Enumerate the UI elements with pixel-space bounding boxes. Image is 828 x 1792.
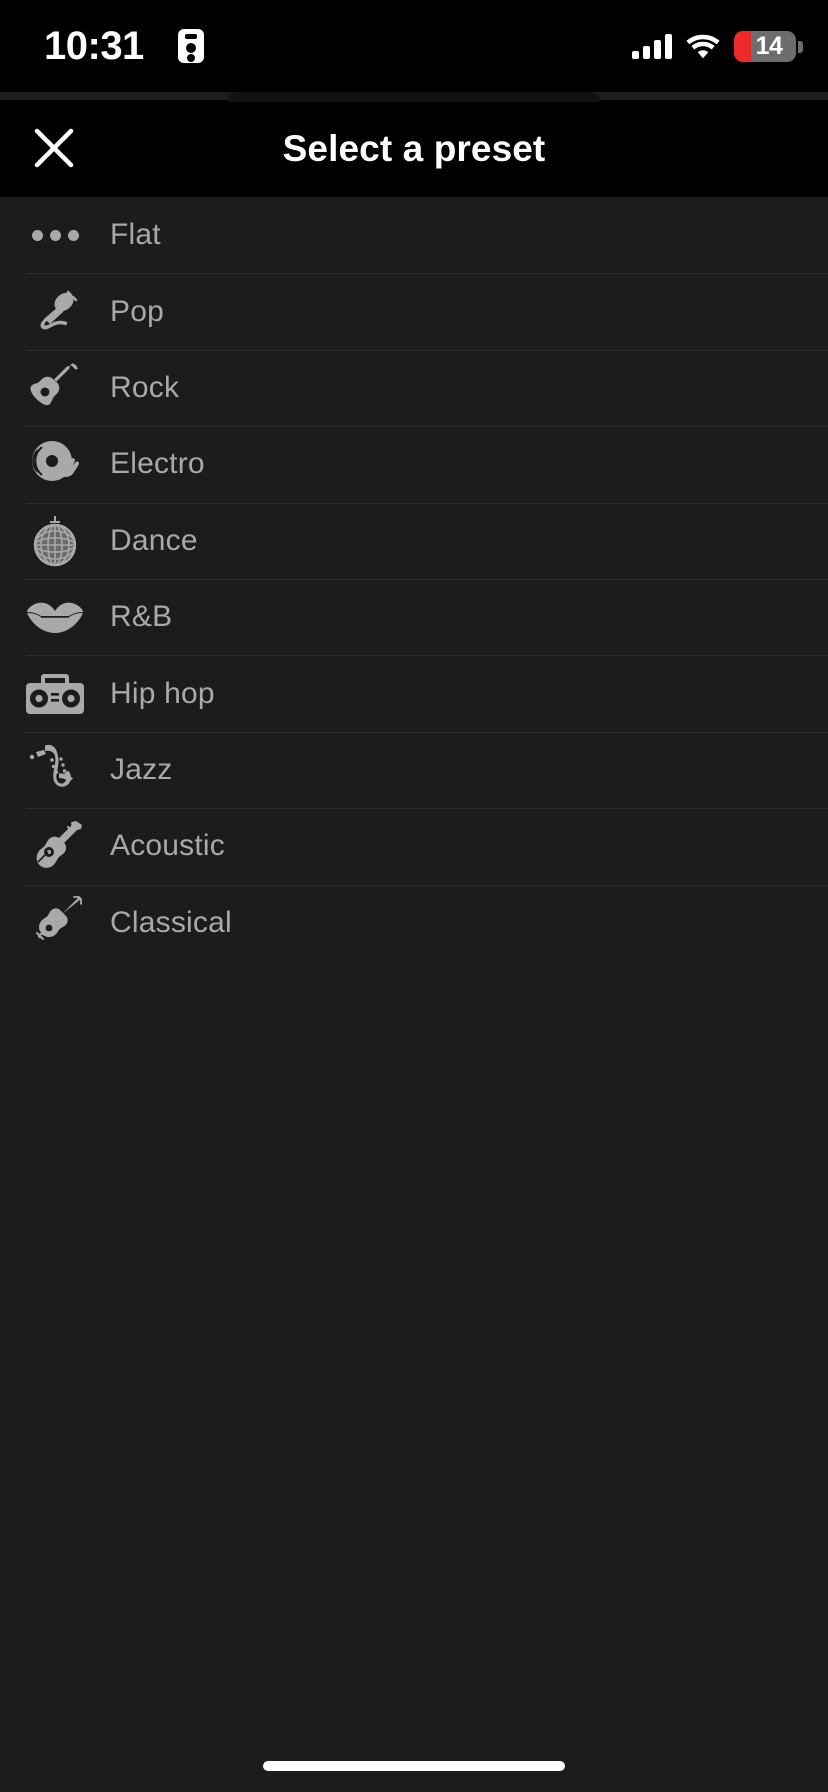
preset-label: Hip hop xyxy=(110,676,215,710)
preset-row-jazz[interactable]: Jazz xyxy=(0,731,828,808)
preset-row-dance[interactable]: Dance xyxy=(0,502,828,579)
preset-row-flat[interactable]: Flat xyxy=(0,197,828,273)
preset-label: R&B xyxy=(110,600,173,634)
cellular-signal-icon xyxy=(632,33,672,59)
id-card-icon xyxy=(178,29,204,63)
preset-row-rock[interactable]: Rock xyxy=(0,349,828,426)
wifi-icon xyxy=(686,33,720,59)
preset-label: Electro xyxy=(110,447,205,481)
battery-percent-label: 14 xyxy=(755,31,783,60)
microphone-icon xyxy=(0,285,110,339)
preset-row-electro[interactable]: Electro xyxy=(0,426,828,502)
saxophone-icon xyxy=(0,742,110,798)
acoustic-guitar-icon xyxy=(0,818,110,874)
boombox-icon xyxy=(0,671,110,717)
preset-row-rnb[interactable]: R&B xyxy=(0,578,828,655)
disco-ball-icon xyxy=(0,514,110,568)
sheet-top-edge xyxy=(228,92,600,102)
preset-label: Dance xyxy=(110,523,198,557)
electric-guitar-icon xyxy=(0,361,110,415)
violin-icon xyxy=(0,895,110,951)
preset-label: Jazz xyxy=(110,752,173,786)
modal-header: Select a preset xyxy=(0,100,828,197)
preset-list: Flat Pop Rock Electro Dance R&B Hip hop … xyxy=(0,197,828,961)
turntable-dj-icon xyxy=(0,437,110,491)
three-dots-icon xyxy=(0,229,110,241)
lips-icon xyxy=(0,597,110,637)
preset-row-hiphop[interactable]: Hip hop xyxy=(0,655,828,731)
preset-label: Rock xyxy=(110,370,180,404)
page-title: Select a preset xyxy=(282,127,546,169)
preset-label: Acoustic xyxy=(110,829,225,863)
preset-row-pop[interactable]: Pop xyxy=(0,273,828,349)
status-bar-indicators: 14 xyxy=(632,28,803,64)
battery-icon: 14 xyxy=(734,30,803,62)
preset-row-classical[interactable]: Classical xyxy=(0,884,828,961)
status-bar-clock: 10:31 xyxy=(44,24,144,68)
preset-label: Flat xyxy=(110,218,161,252)
home-indicator[interactable] xyxy=(263,1761,565,1771)
preset-row-acoustic[interactable]: Acoustic xyxy=(0,808,828,884)
phone-screen: 10:31 14 Select a preset Flat Pop Rock E… xyxy=(0,0,828,1792)
preset-label: Pop xyxy=(110,294,164,328)
preset-label: Classical xyxy=(110,905,232,939)
status-bar: 10:31 14 xyxy=(0,0,828,92)
